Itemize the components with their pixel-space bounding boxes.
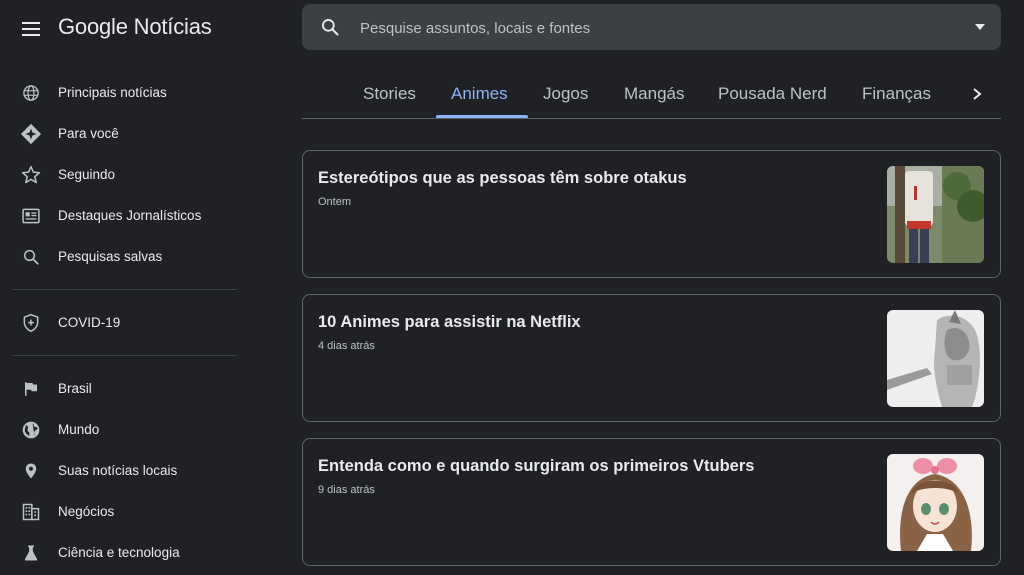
location-pin-icon	[20, 460, 42, 482]
tab-jogos[interactable]: Jogos	[543, 84, 588, 104]
article-time: Ontem	[318, 196, 352, 208]
sidebar-item-label: Ciência e tecnologia	[58, 545, 180, 560]
main-menu-icon[interactable]	[19, 17, 43, 41]
tab-pousada-nerd[interactable]: Pousada Nerd	[718, 84, 827, 104]
topic-tabs: Stories Animes Jogos Mangás Pousada Nerd…	[302, 72, 1001, 119]
sidebar-divider	[12, 289, 237, 290]
sidebar-item-label: Negócios	[58, 504, 115, 519]
sidebar-item-brasil[interactable]: Brasil	[0, 368, 250, 409]
flag-icon	[20, 378, 42, 400]
star-icon	[20, 164, 42, 186]
top-bar: Google Notícias	[0, 0, 1024, 58]
active-tab-indicator	[436, 115, 528, 118]
article-title[interactable]: Estereótipos que as pessoas têm sobre ot…	[318, 169, 687, 188]
article-thumbnail[interactable]	[887, 166, 984, 263]
search-icon[interactable]	[320, 17, 340, 37]
sidebar-item-label: Mundo	[58, 422, 100, 437]
sidebar-item-label: Seguindo	[58, 167, 116, 182]
sidebar-item-label: Brasil	[58, 381, 92, 396]
search-icon	[20, 246, 42, 268]
sidebar-item-para-voce[interactable]: Para você	[0, 113, 250, 154]
newspaper-icon	[20, 205, 42, 227]
globe-icon	[20, 82, 42, 104]
chevron-down-icon[interactable]	[973, 21, 987, 33]
sidebar-item-covid-19[interactable]: COVID-19	[0, 302, 250, 343]
sidebar-item-destaques-jornalisticos[interactable]: Destaques Jornalísticos	[0, 195, 250, 236]
sidebar-item-label: Principais notícias	[58, 85, 167, 100]
tab-mangas[interactable]: Mangás	[624, 84, 684, 104]
sidebar-item-label: Destaques Jornalísticos	[58, 208, 202, 223]
sidebar-item-label: Pesquisas salvas	[58, 249, 163, 264]
building-icon	[20, 501, 42, 523]
spark-diamond-icon	[20, 123, 42, 145]
article-thumbnail[interactable]	[887, 310, 984, 407]
sidebar-item-noticias-locais[interactable]: Suas notícias locais	[0, 450, 250, 491]
sidebar: Principais notícias Para você Seguindo D…	[0, 72, 250, 573]
sidebar-item-mundo[interactable]: Mundo	[0, 409, 250, 450]
tab-animes[interactable]: Animes	[451, 84, 508, 104]
article-card[interactable]: Estereótipos que as pessoas têm sobre ot…	[302, 150, 1001, 278]
sidebar-item-principais-noticias[interactable]: Principais notícias	[0, 72, 250, 113]
sidebar-item-label: Para você	[58, 126, 119, 141]
article-time: 9 dias atrás	[318, 484, 375, 496]
article-title[interactable]: Entenda como e quando surgiram os primei…	[318, 457, 754, 476]
sidebar-item-negocios[interactable]: Negócios	[0, 491, 250, 532]
sidebar-item-ciencia-tecnologia[interactable]: Ciência e tecnologia	[0, 532, 250, 573]
article-title[interactable]: 10 Animes para assistir na Netflix	[318, 313, 581, 332]
article-card[interactable]: 10 Animes para assistir na Netflix 4 dia…	[302, 294, 1001, 422]
sidebar-item-pesquisas-salvas[interactable]: Pesquisas salvas	[0, 236, 250, 277]
earth-icon	[20, 419, 42, 441]
article-time: 4 dias atrás	[318, 340, 375, 352]
tab-financas[interactable]: Finanças	[862, 84, 931, 104]
sidebar-divider	[12, 355, 237, 356]
search-bar[interactable]	[302, 4, 1001, 52]
sidebar-item-label: COVID-19	[58, 315, 121, 330]
flask-icon	[20, 542, 42, 564]
app-title[interactable]: Google Notícias	[58, 14, 212, 40]
sidebar-item-seguindo[interactable]: Seguindo	[0, 154, 250, 195]
chevron-right-icon[interactable]	[968, 84, 986, 104]
article-card[interactable]: Entenda como e quando surgiram os primei…	[302, 438, 1001, 566]
shield-icon	[20, 312, 42, 334]
tab-stories[interactable]: Stories	[363, 84, 416, 104]
search-input[interactable]	[358, 4, 942, 52]
article-thumbnail[interactable]	[887, 454, 984, 551]
sidebar-item-label: Suas notícias locais	[58, 463, 178, 478]
